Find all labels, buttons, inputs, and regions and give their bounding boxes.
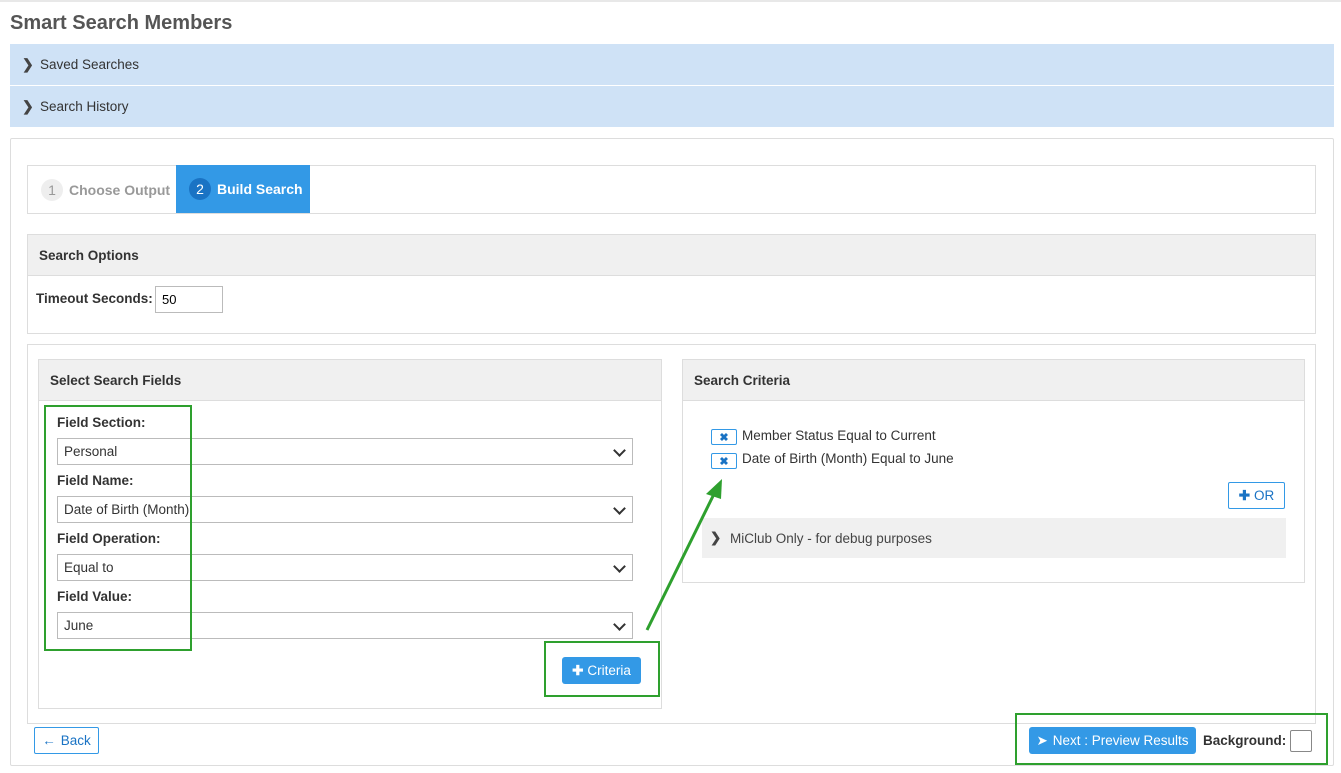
remove-criteria-button[interactable]: ✖ — [711, 453, 737, 469]
step-label: Choose Output — [69, 181, 171, 198]
highlight-box-footer — [1015, 713, 1328, 765]
accordion-label: Search History — [40, 99, 129, 114]
debug-label: MiClub Only - for debug purposes — [730, 530, 932, 546]
plus-icon: ✚ — [1238, 487, 1251, 503]
add-or-group-button[interactable]: ✚ OR — [1228, 482, 1285, 509]
highlight-box-criteria-button — [544, 641, 660, 697]
timeout-input[interactable] — [155, 286, 223, 313]
panel-title: Select Search Fields — [39, 360, 661, 401]
criteria-item: Date of Birth (Month) Equal to June — [742, 451, 954, 466]
close-icon: ✖ — [719, 455, 729, 468]
debug-accordion[interactable]: ❯ MiClub Only - for debug purposes — [702, 518, 1286, 558]
search-options-panel: Search Options — [27, 234, 1316, 334]
close-icon: ✖ — [719, 431, 729, 444]
accordion-saved-searches[interactable]: ❯ Saved Searches — [10, 44, 1334, 85]
wizard-step-build-search[interactable]: 2 Build Search — [176, 165, 310, 213]
accordion-label: Saved Searches — [40, 57, 140, 72]
timeout-label: Timeout Seconds: — [36, 291, 153, 306]
chevron-down-icon — [613, 444, 626, 457]
page-title: Smart Search Members — [10, 12, 233, 34]
step-label: Build Search — [217, 181, 303, 197]
button-label: Back — [60, 733, 91, 748]
back-button[interactable]: ← Back — [34, 727, 99, 754]
step-number: 1 — [41, 178, 63, 201]
wizard-steps: 1 Choose Output 2 Build Search — [27, 165, 1316, 214]
top-divider — [0, 0, 1341, 2]
chevron-down-icon — [613, 502, 626, 515]
chevron-right-icon: ❯ — [710, 530, 722, 545]
button-label: OR — [1254, 488, 1275, 503]
panel-title: Search Options — [28, 235, 1315, 276]
wizard-step-choose-output[interactable]: 1 Choose Output — [41, 166, 170, 213]
step-number: 2 — [189, 178, 211, 200]
highlight-box-fields — [44, 405, 192, 651]
arrow-left-icon: ← — [42, 733, 56, 748]
chevron-down-icon — [613, 560, 626, 573]
chevron-right-icon: ❯ — [22, 56, 34, 72]
chevron-right-icon: ❯ — [22, 98, 34, 114]
accordion-search-history[interactable]: ❯ Search History — [10, 86, 1334, 127]
chevron-down-icon — [613, 618, 626, 631]
panel-title: Search Criteria — [683, 360, 1304, 401]
remove-criteria-button[interactable]: ✖ — [711, 429, 737, 445]
criteria-item: Member Status Equal to Current — [742, 428, 936, 443]
